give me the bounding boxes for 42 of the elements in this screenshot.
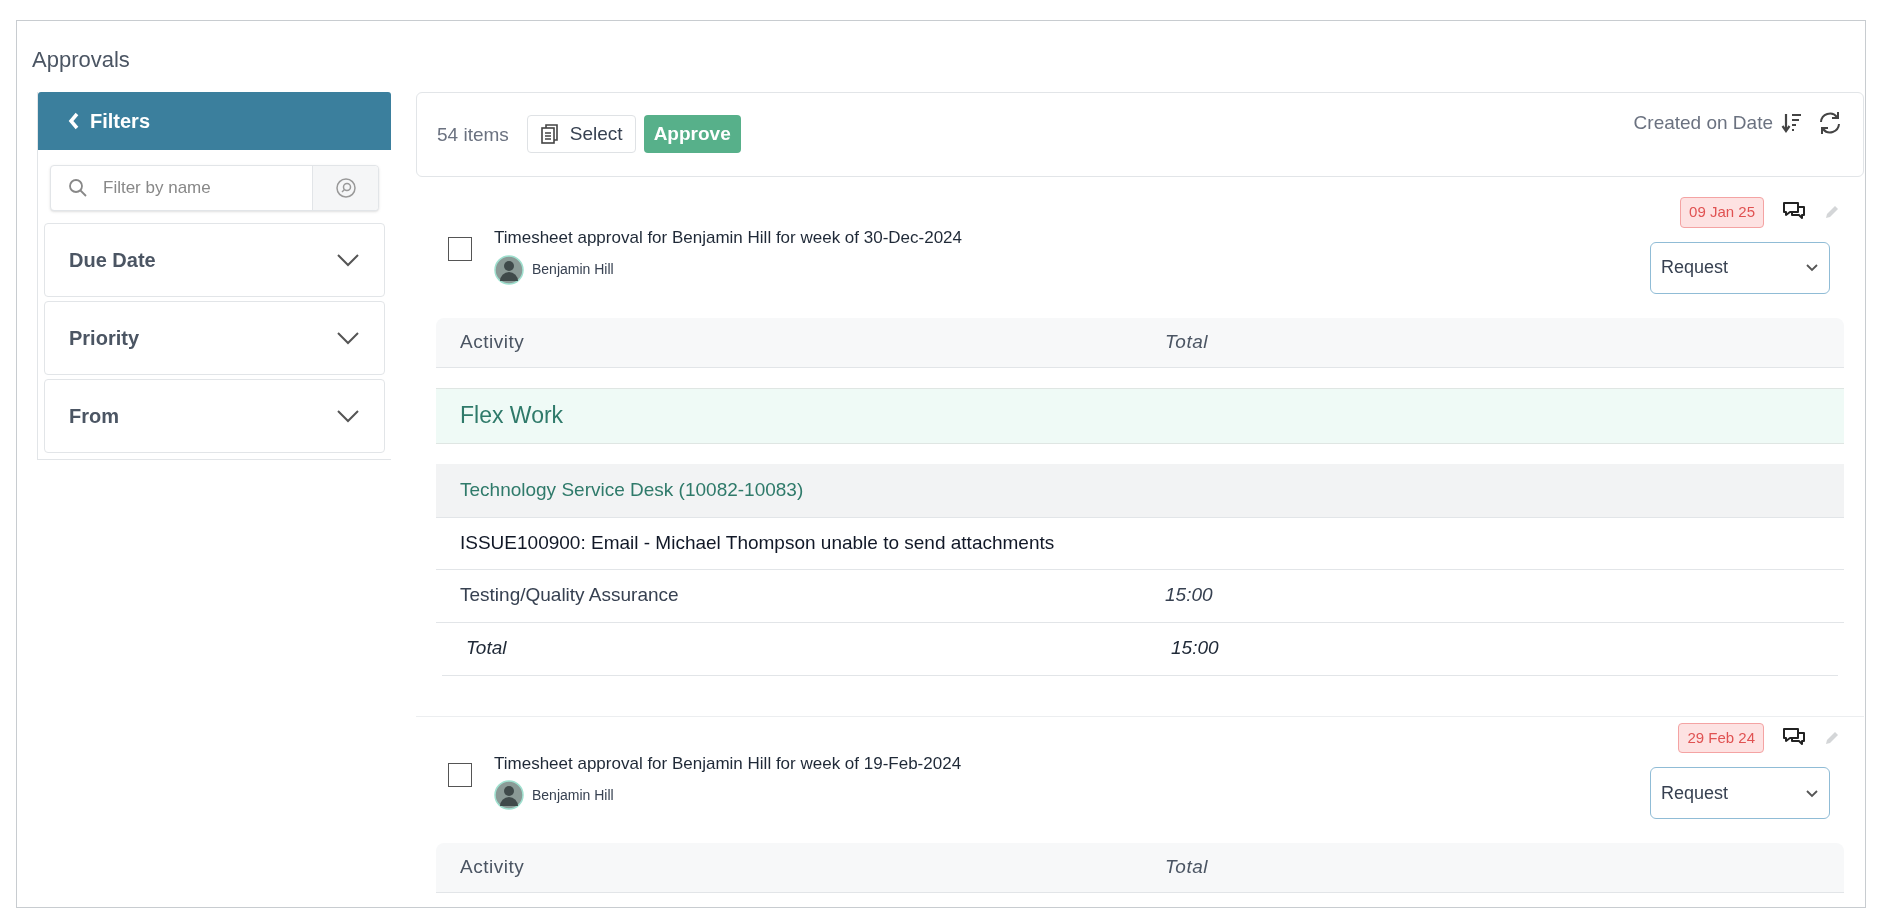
table-cell-text: ISSUE100900: Email - Michael Thompson unable to send attachments (460, 530, 1055, 555)
approval-title: Timesheet approval for Benjamin Hill for week of 30-Dec-2024 (494, 227, 963, 249)
filter-section[interactable]: Priority (44, 301, 385, 375)
due-date-badge: 29 Feb 24 (1678, 722, 1764, 753)
filter-section[interactable]: Due Date (44, 223, 385, 297)
status-dropdown[interactable]: Request (1650, 241, 1830, 294)
column-header: Activity (460, 855, 525, 880)
chevron-left-icon (68, 112, 80, 130)
chevron-down-icon (336, 409, 360, 423)
search-icon (334, 177, 357, 199)
select-button[interactable]: Select (526, 115, 636, 153)
table-cell-text: Total (466, 636, 507, 661)
column-header: Total (1165, 329, 1208, 354)
table-cell-text: 15:00 (1165, 583, 1213, 608)
filter-section[interactable]: From (44, 379, 385, 453)
column-header: Total (1165, 855, 1208, 880)
filters-header[interactable]: Filters (38, 92, 391, 150)
chevron-down-icon (1805, 263, 1819, 272)
requester-name: Benjamin Hill (532, 260, 614, 279)
refresh-icon[interactable] (1817, 110, 1843, 137)
chevron-down-icon (336, 331, 360, 345)
clipboard-icon (539, 123, 560, 145)
due-date-badge: 09 Jan 25 (1680, 197, 1764, 228)
table-cell-text: Technology Service Desk (10082-10083) (460, 477, 804, 502)
category-heading: Flex Work (460, 401, 564, 431)
approval-title: Timesheet approval for Benjamin Hill for week of 19-Feb-2024 (494, 752, 962, 775)
search-icon (68, 178, 88, 198)
table-cell-text: Testing/Quality Assurance (460, 583, 679, 608)
avatar (494, 254, 524, 285)
sort-descending-icon[interactable] (1781, 112, 1803, 135)
sort-label[interactable]: Created on Date (1633, 109, 1773, 138)
avatar (494, 780, 524, 810)
requester-name: Benjamin Hill (532, 785, 614, 805)
chevron-down-icon (336, 253, 360, 267)
page-title: Approvals (32, 46, 130, 74)
item-count: 54 items (437, 123, 509, 147)
column-header: Activity (460, 329, 525, 354)
checkbox[interactable] (448, 237, 472, 261)
checkbox[interactable] (448, 762, 472, 787)
table-cell-text: 15:00 (1171, 636, 1219, 661)
status-dropdown[interactable]: Request (1650, 767, 1830, 819)
chevron-down-icon (1805, 788, 1819, 798)
